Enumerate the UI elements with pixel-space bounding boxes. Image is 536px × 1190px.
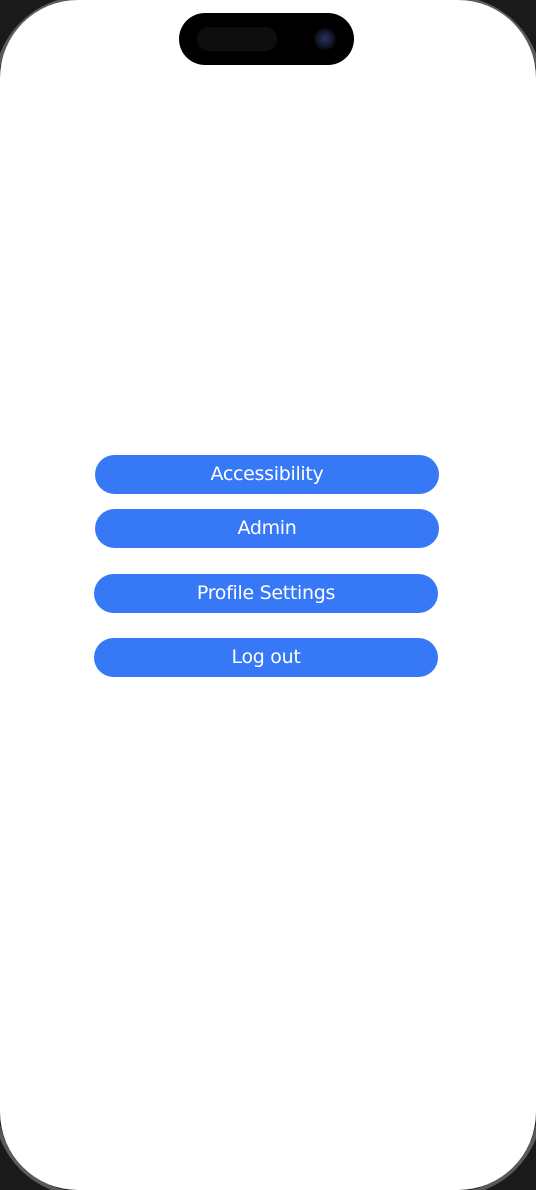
logout-button[interactable]: Log out bbox=[94, 638, 438, 677]
admin-button[interactable]: Admin bbox=[95, 509, 439, 548]
accessibility-button[interactable]: Accessibility bbox=[95, 455, 439, 494]
settings-menu: Accessibility Admin Profile Settings Log… bbox=[0, 0, 536, 1190]
profile-settings-button[interactable]: Profile Settings bbox=[94, 574, 438, 613]
phone-frame: Accessibility Admin Profile Settings Log… bbox=[0, 0, 536, 1190]
phone-screen: Accessibility Admin Profile Settings Log… bbox=[0, 0, 536, 1190]
